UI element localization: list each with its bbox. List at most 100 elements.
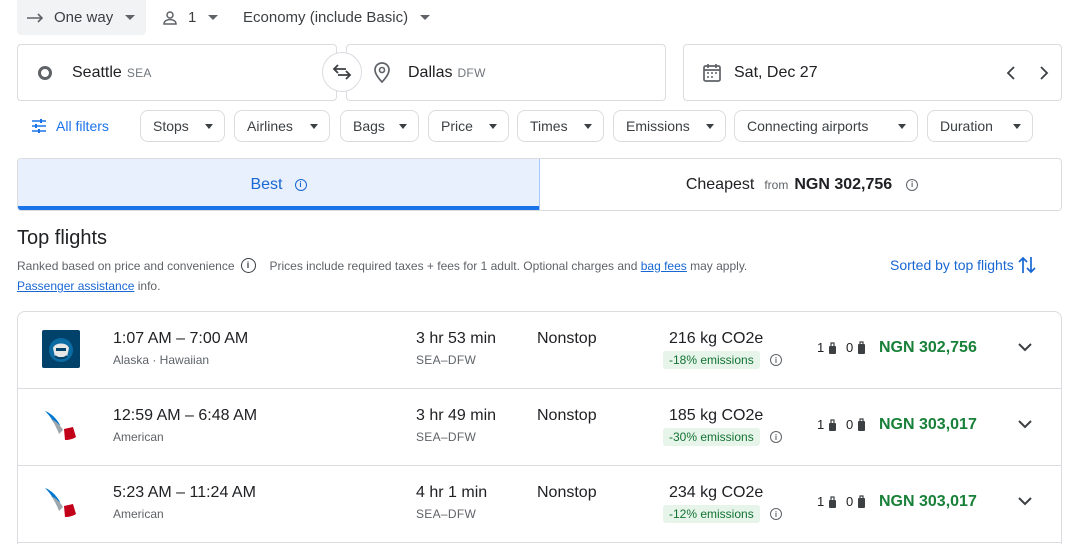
caret-down-icon [489, 123, 497, 129]
passenger-assistance-link[interactable]: Passenger assistance [17, 279, 134, 293]
tune-icon [32, 119, 46, 133]
flight-carrier: Alaska · Hawaiian [113, 353, 210, 367]
bag-fees-link[interactable]: bag fees [641, 259, 687, 273]
filter-chip-duration[interactable]: Duration [927, 110, 1033, 142]
sort-by-button[interactable]: Sorted by top flights [890, 255, 1036, 275]
tab-cheapest-label: Cheapest [685, 175, 755, 193]
filter-chip-bags[interactable]: Bags [340, 110, 419, 142]
flight-stops: Nonstop [537, 330, 597, 347]
passengers-select[interactable]: 1 [158, 0, 228, 35]
emissions-badge: -18% emissions [663, 351, 760, 369]
emissions-badge: -30% emissions [663, 428, 760, 446]
filter-chip-connecting-airports[interactable]: Connecting airports [734, 110, 918, 142]
caret-down-icon [310, 123, 318, 129]
info-icon[interactable]: i [906, 178, 919, 191]
tab-best[interactable]: Best i [18, 159, 540, 210]
cabin-class-label: Economy (include Basic) [243, 9, 409, 26]
chip-label: Stops [153, 118, 189, 134]
flight-times: 1:07 AM – 7:00 AM [113, 330, 249, 347]
caret-down-icon [898, 123, 906, 129]
caret-down-icon [420, 15, 431, 20]
info-text: info. [137, 279, 161, 293]
assistance-note: Passenger assistance info. [17, 279, 160, 293]
origin-field[interactable]: Seattle SEA [17, 44, 337, 101]
american-logo-icon [45, 411, 76, 440]
caret-down-icon [1013, 123, 1021, 129]
all-filters-label: All filters [56, 118, 109, 134]
person-icon [163, 10, 177, 25]
flight-stops: Nonstop [537, 407, 597, 424]
flight-co2: 216 kg CO2e [669, 330, 764, 347]
cheapest-from-label: from [764, 177, 789, 192]
trip-type-label: One way [54, 9, 114, 26]
trip-type-select[interactable]: One way [17, 0, 146, 35]
flight-route: SEA–DFW [416, 430, 477, 444]
filter-chip-emissions[interactable]: Emissions [613, 110, 726, 142]
tab-best-label: Best [250, 175, 283, 193]
flight-co2: 185 kg CO2e [669, 407, 764, 424]
info-icon[interactable]: i [294, 178, 307, 191]
filter-chip-airlines[interactable]: Airlines [234, 110, 330, 142]
chip-label: Connecting airports [747, 118, 869, 134]
caret-down-icon [205, 123, 213, 129]
sort-tabs: Best i Cheapest from NGN 302,756 i [17, 158, 1062, 211]
info-icon[interactable]: i [770, 354, 782, 366]
info-icon[interactable]: i [770, 508, 782, 520]
tab-cheapest[interactable]: Cheapest from NGN 302,756 i [541, 159, 1061, 210]
next-date-icon[interactable] [1039, 66, 1049, 80]
flight-price: NGN 303,017 [879, 493, 977, 510]
chevron-down-icon[interactable] [1017, 342, 1033, 352]
chevron-down-icon[interactable] [1017, 419, 1033, 429]
destination-field[interactable]: Dallas DFW [346, 44, 666, 101]
flight-route: SEA–DFW [416, 353, 477, 367]
all-filters-button[interactable]: All filters [31, 110, 109, 142]
flight-times: 5:23 AM – 11:24 AM [113, 484, 256, 501]
alaska-logo-icon [42, 330, 80, 368]
active-tab-indicator [18, 206, 539, 210]
cabin-class-select[interactable]: Economy (include Basic) [243, 0, 433, 35]
date-field[interactable]: Sat, Dec 27 [683, 44, 1062, 101]
flight-times: 12:59 AM – 6:48 AM [113, 407, 258, 424]
filter-chip-price[interactable]: Price [428, 110, 509, 142]
flight-stops: Nonstop [537, 484, 597, 501]
chip-label: Airlines [247, 118, 293, 134]
flight-carrier: American [113, 507, 164, 521]
sorted-label: Sorted by top flights [890, 257, 1014, 273]
checked-bag-icon [858, 341, 865, 354]
filter-chip-stops[interactable]: Stops [140, 110, 225, 142]
flight-results-list: 1:07 AM – 7:00 AM Alaska · Hawaiian 3 hr… [17, 311, 1062, 544]
info-icon[interactable]: i [770, 431, 782, 443]
prev-date-icon[interactable] [1006, 66, 1016, 80]
location-pin-icon [374, 61, 390, 83]
destination-city: Dallas [408, 63, 453, 81]
flight-price: NGN 303,017 [879, 416, 977, 433]
checked-bag-count: 0 [846, 494, 854, 509]
checked-bag-count: 0 [846, 340, 854, 355]
american-logo-icon [45, 488, 76, 517]
ranked-text: Ranked based on price and convenience [17, 258, 235, 273]
passenger-count: 1 [188, 9, 197, 26]
carry-on-count: 1 [817, 417, 825, 432]
info-icon[interactable]: i [240, 258, 256, 273]
flight-row[interactable]: 5:23 AM – 11:24 AM American 4 hr 1 min S… [18, 466, 1061, 543]
swap-button[interactable] [322, 52, 362, 92]
arrow-right-icon [27, 12, 44, 23]
checked-bag-icon [858, 495, 865, 508]
checked-bag-icon [858, 418, 865, 431]
carry-on-bag-icon [829, 342, 836, 354]
flight-row[interactable]: 1:07 AM – 7:00 AM Alaska · Hawaiian 3 hr… [18, 312, 1061, 389]
carry-on-bag-icon [829, 419, 836, 431]
flight-duration: 3 hr 53 min [416, 330, 497, 347]
flight-row[interactable]: 12:59 AM – 6:48 AM American 3 hr 49 min … [18, 389, 1061, 466]
may-apply-text: may apply. [690, 258, 748, 273]
ranking-note: Ranked based on price and convenience i … [17, 258, 747, 273]
carry-on-count: 1 [817, 494, 825, 509]
filter-chip-times[interactable]: Times [517, 110, 604, 142]
emissions-badge: -12% emissions [663, 505, 760, 523]
page-title: Top flights [17, 227, 108, 249]
flight-route: SEA–DFW [416, 507, 477, 521]
chevron-down-icon[interactable] [1017, 496, 1033, 506]
destination-code: DFW [457, 65, 486, 80]
date-value: Sat, Dec 27 [734, 63, 818, 81]
origin-ring-icon [38, 65, 52, 80]
